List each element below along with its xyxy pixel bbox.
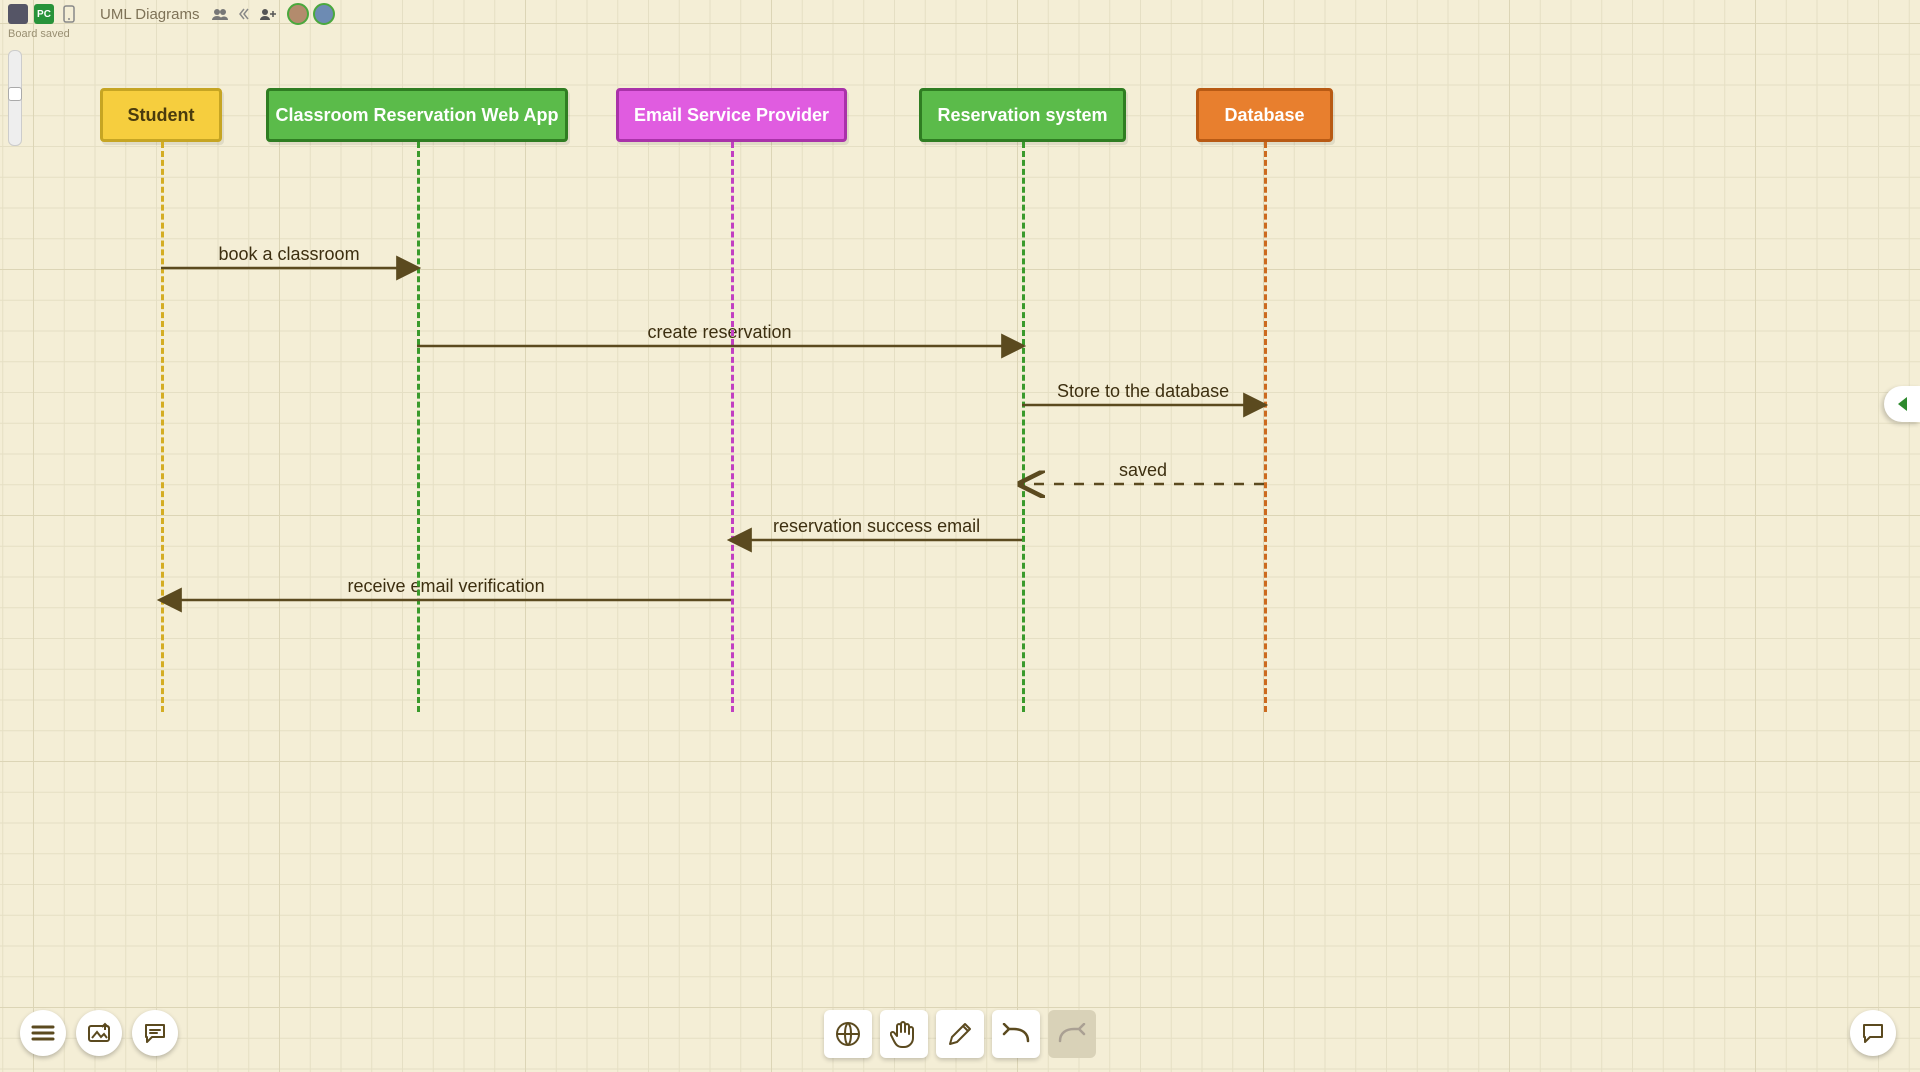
presence-avatar[interactable] bbox=[313, 3, 335, 25]
owner-avatar[interactable] bbox=[8, 4, 28, 24]
participant-resv[interactable]: Reservation system bbox=[919, 88, 1126, 142]
tool-pen[interactable] bbox=[936, 1010, 984, 1058]
user-avatar-initials[interactable]: PC bbox=[34, 4, 54, 24]
message-label[interactable]: saved bbox=[1119, 460, 1167, 481]
phone-icon[interactable] bbox=[60, 5, 78, 23]
message-label[interactable]: book a classroom bbox=[219, 244, 360, 265]
diagram-canvas[interactable]: Student Classroom Reservation Web App Emai… bbox=[0, 0, 1920, 1072]
save-status: Board saved bbox=[8, 28, 70, 40]
tool-undo[interactable] bbox=[992, 1010, 1040, 1058]
tool-hand[interactable] bbox=[880, 1010, 928, 1058]
participant-student[interactable]: Student bbox=[100, 88, 222, 142]
layers-button[interactable] bbox=[20, 1010, 66, 1056]
collaborators-icon[interactable] bbox=[211, 5, 229, 23]
lifeline-resv bbox=[1022, 142, 1025, 712]
tool-globe[interactable] bbox=[824, 1010, 872, 1058]
comments-button[interactable] bbox=[132, 1010, 178, 1056]
upload-button[interactable] bbox=[76, 1010, 122, 1056]
bottom-left-toolbar bbox=[20, 1010, 178, 1056]
chat-icon bbox=[143, 1022, 167, 1044]
participant-webapp[interactable]: Classroom Reservation Web App bbox=[266, 88, 568, 142]
lifeline-student bbox=[161, 142, 164, 712]
lifeline-db bbox=[1264, 142, 1267, 712]
lifeline-email bbox=[731, 142, 734, 712]
presence-avatars bbox=[287, 3, 335, 25]
collapse-icon[interactable] bbox=[235, 5, 253, 23]
zoom-slider-knob[interactable] bbox=[8, 87, 22, 101]
message-label[interactable]: reservation success email bbox=[773, 516, 980, 537]
open-comments-button[interactable] bbox=[1850, 1010, 1896, 1056]
tool-redo bbox=[1048, 1010, 1096, 1058]
menu-icon bbox=[31, 1023, 55, 1043]
undo-icon bbox=[1001, 1023, 1031, 1045]
tool-dock bbox=[824, 1010, 1096, 1058]
redo-icon bbox=[1057, 1023, 1087, 1045]
message-label[interactable]: receive email verification bbox=[348, 576, 545, 597]
pencil-icon bbox=[946, 1020, 974, 1048]
board-title[interactable]: UML Diagrams bbox=[94, 6, 205, 23]
participant-db[interactable]: Database bbox=[1196, 88, 1333, 142]
hand-icon bbox=[890, 1019, 918, 1049]
image-upload-icon bbox=[87, 1022, 111, 1044]
expand-panel-tab[interactable] bbox=[1884, 386, 1920, 422]
add-user-icon[interactable] bbox=[259, 5, 277, 23]
message-label[interactable]: Store to the database bbox=[1057, 381, 1229, 402]
chat-icon bbox=[1861, 1022, 1885, 1044]
zoom-slider[interactable] bbox=[8, 50, 22, 146]
participant-email[interactable]: Email Service Provider bbox=[616, 88, 847, 142]
presence-avatar[interactable] bbox=[287, 3, 309, 25]
globe-icon bbox=[834, 1020, 862, 1048]
message-label[interactable]: create reservation bbox=[648, 322, 792, 343]
top-bar: PC UML Diagrams bbox=[0, 0, 1920, 28]
lifeline-webapp bbox=[417, 142, 420, 712]
